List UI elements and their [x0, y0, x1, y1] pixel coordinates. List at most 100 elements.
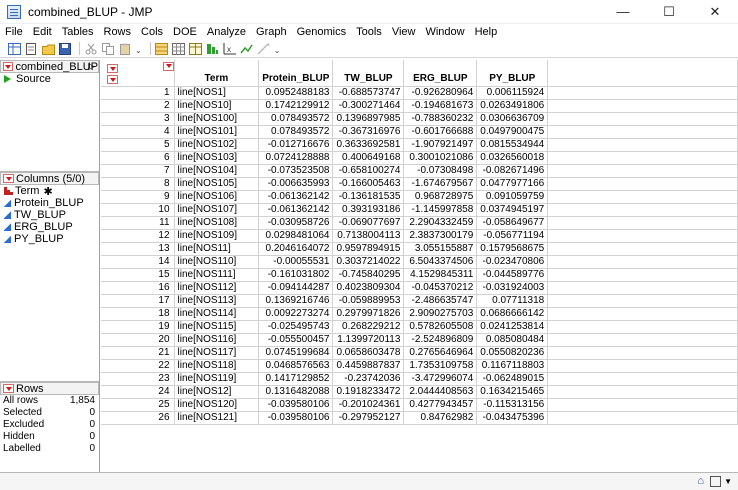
term-cell[interactable]: line[NOS108]: [174, 216, 260, 230]
value-cell[interactable]: 0.0724128888: [258, 151, 334, 165]
grid-red-triangle-icon[interactable]: [107, 64, 118, 73]
row-number[interactable]: 12: [101, 229, 175, 243]
menu-window[interactable]: Window: [425, 26, 464, 38]
value-cell[interactable]: -0.788360232: [403, 112, 478, 126]
value-cell[interactable]: 0.400649168: [332, 151, 405, 165]
rows-selected[interactable]: Selected 0: [0, 407, 99, 419]
toolbar-overflow-icon[interactable]: ⌄: [274, 46, 281, 55]
menu-cols[interactable]: Cols: [141, 26, 163, 38]
term-cell[interactable]: line[NOS107]: [174, 203, 260, 217]
term-cell[interactable]: line[NOS103]: [174, 151, 260, 165]
value-cell[interactable]: 6.5043374506: [403, 255, 478, 269]
row-number[interactable]: 8: [101, 177, 175, 191]
column-item-term[interactable]: Term ✱: [0, 185, 99, 198]
term-cell[interactable]: line[NOS10]: [174, 99, 260, 113]
menu-view[interactable]: View: [392, 26, 416, 38]
data-grid-icon[interactable]: [172, 42, 186, 55]
value-cell[interactable]: -0.055500457: [258, 333, 334, 347]
collapse-icon[interactable]: ▷: [88, 61, 95, 72]
fit-model-icon[interactable]: [240, 42, 254, 55]
table-row[interactable]: 7 line[NOS104] -0.073523508 -0.658100274 -0.…: [101, 164, 738, 178]
value-cell[interactable]: 0.0306636709: [476, 112, 549, 126]
value-cell[interactable]: 0.1396897985: [332, 112, 405, 126]
value-cell[interactable]: 0.0550820236: [476, 346, 549, 360]
table-row[interactable]: 8 line[NOS105] -0.006635993 -0.166005463 -1.…: [101, 177, 738, 191]
row-number[interactable]: 14: [101, 255, 175, 269]
value-cell[interactable]: 0.0477977166: [476, 177, 549, 191]
value-cell[interactable]: -0.161031802: [258, 268, 334, 282]
value-cell[interactable]: -0.926280964: [403, 86, 478, 100]
row-number[interactable]: 2: [101, 99, 175, 113]
value-cell[interactable]: 0.0263491806: [476, 99, 549, 113]
term-cell[interactable]: line[NOS106]: [174, 190, 260, 204]
value-cell[interactable]: -0.006635993: [258, 177, 334, 191]
copy-icon[interactable]: [101, 42, 115, 55]
table-row[interactable]: 1 line[NOS1] 0.0952488183 -0.688573747 -0.92…: [101, 86, 738, 100]
row-number[interactable]: 25: [101, 398, 175, 412]
value-cell[interactable]: 0.9597894915: [332, 242, 405, 256]
value-cell[interactable]: -0.069077697: [332, 216, 405, 230]
value-cell[interactable]: 0.3633692581: [332, 138, 405, 152]
value-cell[interactable]: -3.472996074: [403, 372, 478, 386]
value-cell[interactable]: 0.085080484: [476, 333, 549, 347]
value-cell[interactable]: -0.688573747: [332, 86, 405, 100]
column-header-erg-blup[interactable]: ERG_BLUP: [403, 60, 478, 87]
table-row[interactable]: 5 line[NOS102] -0.012716676 0.3633692581 -1.…: [101, 138, 738, 152]
row-number[interactable]: 13: [101, 242, 175, 256]
menu-doe[interactable]: DOE: [173, 26, 197, 38]
table-row[interactable]: 18 line[NOS114] 0.0092273274 0.2979971826 2.…: [101, 307, 738, 321]
row-number[interactable]: 20: [101, 333, 175, 347]
term-cell[interactable]: line[NOS114]: [174, 307, 260, 321]
value-cell[interactable]: 0.0658603478: [332, 346, 405, 360]
value-cell[interactable]: -0.300271464: [332, 99, 405, 113]
table-row[interactable]: 2 line[NOS10] 0.1742129912 -0.300271464 -0.1…: [101, 99, 738, 113]
value-cell[interactable]: -0.044589776: [476, 268, 549, 282]
value-cell[interactable]: -0.023470806: [476, 255, 549, 269]
open-icon[interactable]: [41, 42, 55, 55]
row-number[interactable]: 10: [101, 203, 175, 217]
value-cell[interactable]: 0.078493572: [258, 112, 334, 126]
menu-tools[interactable]: Tools: [356, 26, 382, 38]
menu-analyze[interactable]: Analyze: [207, 26, 246, 38]
term-cell[interactable]: line[NOS117]: [174, 346, 260, 360]
term-cell[interactable]: line[NOS109]: [174, 229, 260, 243]
term-cell[interactable]: line[NOS121]: [174, 411, 260, 425]
row-number[interactable]: 15: [101, 268, 175, 282]
cut-icon[interactable]: [84, 42, 98, 55]
value-cell[interactable]: 0.1742129912: [258, 99, 334, 113]
term-cell[interactable]: line[NOS11]: [174, 242, 260, 256]
maximize-button[interactable]: ☐: [646, 0, 692, 24]
row-number[interactable]: 1: [101, 86, 175, 100]
value-cell[interactable]: -0.094144287: [258, 281, 334, 295]
value-cell[interactable]: 0.4023809304: [332, 281, 405, 295]
value-cell[interactable]: 0.1167118803: [476, 359, 549, 373]
menu-file[interactable]: File: [5, 26, 23, 38]
value-cell[interactable]: -0.030958726: [258, 216, 334, 230]
value-cell[interactable]: 0.4459887837: [332, 359, 405, 373]
value-cell[interactable]: 2.9090275703: [403, 307, 478, 321]
row-number[interactable]: 9: [101, 190, 175, 204]
value-cell[interactable]: -0.115313156: [476, 398, 549, 412]
row-number[interactable]: 7: [101, 164, 175, 178]
value-cell[interactable]: 0.0745199684: [258, 346, 334, 360]
source-script-item[interactable]: Source: [0, 73, 99, 85]
value-cell[interactable]: -0.061362142: [258, 203, 334, 217]
value-cell[interactable]: 0.1369216746: [258, 294, 334, 308]
value-cell[interactable]: 0.1316482088: [258, 385, 334, 399]
columns-panel-header[interactable]: Columns (5/0): [0, 172, 99, 185]
row-number[interactable]: 22: [101, 359, 175, 373]
table-row[interactable]: 14 line[NOS110] -0.00055531 0.3037214022 6.5…: [101, 255, 738, 269]
value-cell[interactable]: -1.145997858: [403, 203, 478, 217]
row-number[interactable]: 19: [101, 320, 175, 334]
value-cell[interactable]: 0.1417129852: [258, 372, 334, 386]
column-header-protein-blup[interactable]: Protein_BLUP: [258, 60, 334, 87]
home-window-icon[interactable]: ⌂: [697, 475, 704, 487]
term-cell[interactable]: line[NOS112]: [174, 281, 260, 295]
row-number[interactable]: 4: [101, 125, 175, 139]
row-number[interactable]: 18: [101, 307, 175, 321]
value-cell[interactable]: 0.5782605508: [403, 320, 478, 334]
term-cell[interactable]: line[NOS101]: [174, 125, 260, 139]
value-cell[interactable]: -0.194681673: [403, 99, 478, 113]
table-row[interactable]: 16 line[NOS112] -0.094144287 0.4023809304 -0…: [101, 281, 738, 295]
crosshair-icon[interactable]: [257, 42, 271, 55]
